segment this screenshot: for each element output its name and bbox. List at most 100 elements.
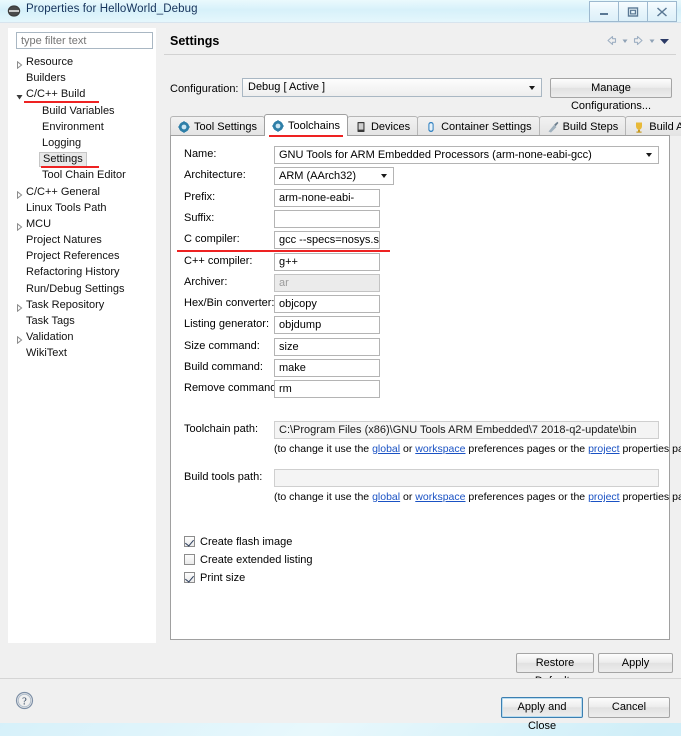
global-preferences-link[interactable]: global — [372, 491, 400, 503]
prefix-input[interactable]: arm-none-eabi- — [274, 188, 380, 207]
tab-label: Tool Settings — [194, 120, 257, 133]
workspace-preferences-link[interactable]: workspace — [415, 443, 465, 455]
field-value: arm-none-eabi- — [279, 191, 355, 204]
chevron-down-icon — [646, 153, 652, 157]
sidebar-item-settings[interactable]: Settings — [8, 151, 156, 168]
sidebar-item-run-debug-settings[interactable]: Run/Debug Settings — [8, 281, 156, 297]
tree-collapsed-arrow-icon[interactable] — [16, 333, 23, 345]
tree-collapsed-arrow-icon[interactable] — [16, 58, 23, 70]
sidebar-item-project-references[interactable]: Project References — [8, 248, 156, 264]
sidebar-item-label: Logging — [42, 136, 82, 149]
minimize-button[interactable] — [589, 1, 619, 22]
checkbox-label: Print size — [200, 572, 246, 584]
sidebar-item-logging[interactable]: Logging — [8, 135, 156, 151]
manage-configurations-button[interactable]: Manage Configurations... — [550, 78, 672, 112]
sidebar-item-build-variables[interactable]: Build Variables — [8, 103, 156, 119]
build-command-input[interactable]: make — [274, 359, 380, 377]
filter-box[interactable] — [16, 32, 153, 49]
sidebar-item-label: Resource — [26, 56, 74, 68]
suffix-input[interactable] — [274, 209, 380, 228]
field-label: C compiler: — [184, 233, 240, 246]
sidebar-item-validation[interactable]: Validation — [8, 329, 156, 345]
apply-and-close-button[interactable]: Apply and Close — [501, 697, 583, 732]
back-dropdown-icon[interactable] — [621, 34, 629, 47]
workspace-preferences-link[interactable]: workspace — [415, 491, 465, 503]
restore-defaults-button[interactable]: Restore Defaults — [516, 653, 594, 687]
tree-collapsed-arrow-icon[interactable] — [16, 188, 23, 199]
properties-dialog: Properties for HelloWorld_Debug type fil… — [0, 0, 681, 732]
sidebar-item-builders[interactable]: Builders — [8, 70, 156, 86]
sidebar-item-refactoring-history[interactable]: Refactoring History — [8, 264, 156, 280]
global-preferences-link[interactable]: global — [372, 443, 400, 455]
help-icon[interactable]: ? — [15, 691, 34, 710]
tree-collapsed-arrow-icon[interactable] — [16, 220, 23, 232]
sidebar-item-task-repository[interactable]: Task Repository — [8, 297, 156, 313]
project-properties-link[interactable]: project — [588, 491, 620, 503]
devices-icon — [355, 121, 367, 133]
configuration-select[interactable]: Debug [ Active ] — [242, 78, 542, 97]
tree-collapsed-arrow-icon[interactable] — [16, 301, 23, 313]
apply-button[interactable]: Apply — [598, 653, 673, 673]
name-select[interactable]: GNU Tools for ARM Embedded Processors (a… — [274, 146, 659, 164]
tree-expanded-arrow-icon[interactable] — [16, 90, 23, 100]
field-value: g++ — [279, 255, 298, 268]
sidebar-item-wikitext[interactable]: WikiText — [8, 345, 156, 361]
size-command-input[interactable]: size — [274, 337, 380, 356]
remove-command-input[interactable]: rm — [274, 380, 380, 399]
sidebar-item-label: Project References — [26, 250, 120, 263]
cancel-button[interactable]: Cancel — [588, 697, 670, 718]
checkbox-unchecked-icon[interactable] — [184, 554, 195, 565]
view-menu-icon[interactable] — [659, 34, 670, 47]
sidebar-item-task-tags[interactable]: Task Tags — [8, 313, 156, 329]
search-input[interactable] — [17, 33, 152, 48]
sidebar-item-tool-chain-editor[interactable]: Tool Chain Editor — [8, 167, 156, 183]
c-compiler-input[interactable]: gcc --specs=nosys.spec — [274, 231, 380, 250]
tab-tool-settings[interactable]: Tool Settings — [170, 116, 265, 136]
checkbox-label: Create extended listing — [200, 554, 313, 566]
sidebar-item-linux-tools-path[interactable]: Linux Tools Path — [8, 200, 156, 216]
hint-text: preferences pages or the — [465, 443, 589, 455]
eclipse-properties-icon — [7, 4, 21, 18]
tab-label: Build Steps — [562, 120, 619, 133]
sidebar-item-c-c-general[interactable]: C/C++ General — [8, 184, 156, 200]
c-compiler-input[interactable]: g++ — [274, 252, 380, 271]
checkbox-create-extended-listing[interactable]: Create extended listing — [184, 552, 313, 568]
sidebar-item-label: Task Repository — [26, 298, 105, 311]
path-hint: (to change it use the global or workspac… — [274, 443, 681, 455]
architecture-select[interactable]: ARM (AArch32) — [274, 167, 394, 186]
tab-container-settings[interactable]: Container Settings — [417, 116, 540, 136]
project-properties-link[interactable]: project — [588, 443, 620, 455]
field-value: objcopy — [279, 298, 317, 311]
field-label: Suffix: — [184, 211, 215, 224]
checkbox-label: Create flash image — [200, 536, 293, 548]
tab-build-steps[interactable]: Build Steps — [538, 116, 627, 136]
sidebar-item-label: MCU — [26, 217, 52, 230]
sidebar-item-label: Builders — [26, 72, 66, 85]
checkbox-checked-icon[interactable] — [184, 572, 195, 583]
close-button[interactable] — [648, 1, 677, 22]
checkbox-checked-icon[interactable] — [184, 536, 195, 547]
settings-tree-pane: ResourceBuildersC/C++ BuildBuild Variabl… — [8, 28, 156, 643]
checkbox-create-flash-image[interactable]: Create flash image — [184, 534, 292, 550]
sidebar-item-project-natures[interactable]: Project Natures — [8, 232, 156, 248]
field-label: C++ compiler: — [184, 254, 253, 267]
hex-bin-converter-input[interactable]: objcopy — [274, 295, 380, 314]
forward-dropdown-icon[interactable] — [648, 34, 656, 47]
container-settings-icon — [425, 121, 437, 133]
tab-build-artifa[interactable]: Build Artifa — [625, 116, 681, 136]
sidebar-item-resource[interactable]: Resource — [8, 54, 156, 70]
hint-text: (to change it use the — [274, 443, 373, 455]
sidebar-item-environment[interactable]: Environment — [8, 119, 156, 135]
restore-button[interactable] — [619, 1, 648, 22]
checkbox-print-size[interactable]: Print size — [184, 570, 245, 586]
field-label: Remove command: — [184, 382, 280, 395]
back-arrow-icon[interactable] — [605, 34, 618, 47]
page-nav-icons — [605, 34, 670, 47]
tab-toolchains[interactable]: Toolchains — [263, 114, 348, 137]
configuration-label: Configuration: — [170, 83, 239, 95]
tab-devices[interactable]: Devices — [346, 116, 419, 136]
forward-arrow-icon[interactable] — [632, 34, 645, 47]
listing-generator-input[interactable]: objdump — [274, 316, 380, 335]
field-label: Build command: — [184, 361, 263, 373]
sidebar-item-mcu[interactable]: MCU — [8, 216, 156, 232]
